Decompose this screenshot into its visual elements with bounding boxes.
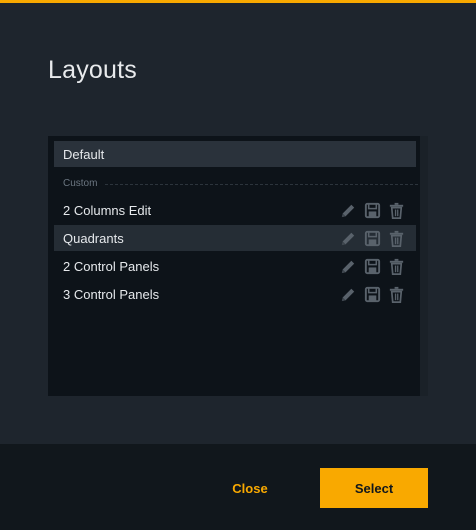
list-item-label: Default <box>63 146 105 162</box>
trash-icon[interactable] <box>387 257 406 276</box>
save-icon[interactable] <box>363 285 382 304</box>
list-item[interactable]: 2 Control Panels <box>54 253 416 279</box>
row-actions <box>339 257 406 276</box>
pencil-icon[interactable] <box>339 229 358 248</box>
row-actions <box>339 201 406 220</box>
list-item-label: 3 Control Panels <box>63 286 160 302</box>
row-actions <box>339 285 406 304</box>
pencil-icon[interactable] <box>339 201 358 220</box>
list-item-label: 2 Control Panels <box>63 258 160 274</box>
save-icon[interactable] <box>363 229 382 248</box>
list-item[interactable]: 2 Columns Edit <box>54 197 416 223</box>
section-divider <box>105 183 418 185</box>
save-icon[interactable] <box>363 201 382 220</box>
dialog-footer: Close Select <box>0 444 476 530</box>
list-item[interactable]: 3 Control Panels <box>54 281 416 307</box>
close-button[interactable]: Close <box>214 468 286 508</box>
dialog-title: Layouts <box>48 56 137 84</box>
pencil-icon[interactable] <box>339 257 358 276</box>
row-actions <box>339 229 406 248</box>
list-scrollbar[interactable] <box>420 136 428 396</box>
trash-icon[interactable] <box>387 201 406 220</box>
list-item-default[interactable]: Default <box>54 141 416 167</box>
trash-icon[interactable] <box>387 285 406 304</box>
list-item-label: 2 Columns Edit <box>63 202 152 218</box>
save-icon[interactable] <box>363 257 382 276</box>
layouts-list: Default Custom 2 Columns Edit Quadrants 2 … <box>48 136 428 396</box>
select-button[interactable]: Select <box>320 468 428 508</box>
list-item[interactable]: Quadrants <box>54 225 416 251</box>
accent-top-bar <box>0 0 476 3</box>
pencil-icon[interactable] <box>339 285 358 304</box>
list-item-label: Quadrants <box>63 230 124 246</box>
section-label: Custom <box>63 178 98 189</box>
section-header-custom: Custom <box>63 178 418 189</box>
trash-icon[interactable] <box>387 229 406 248</box>
